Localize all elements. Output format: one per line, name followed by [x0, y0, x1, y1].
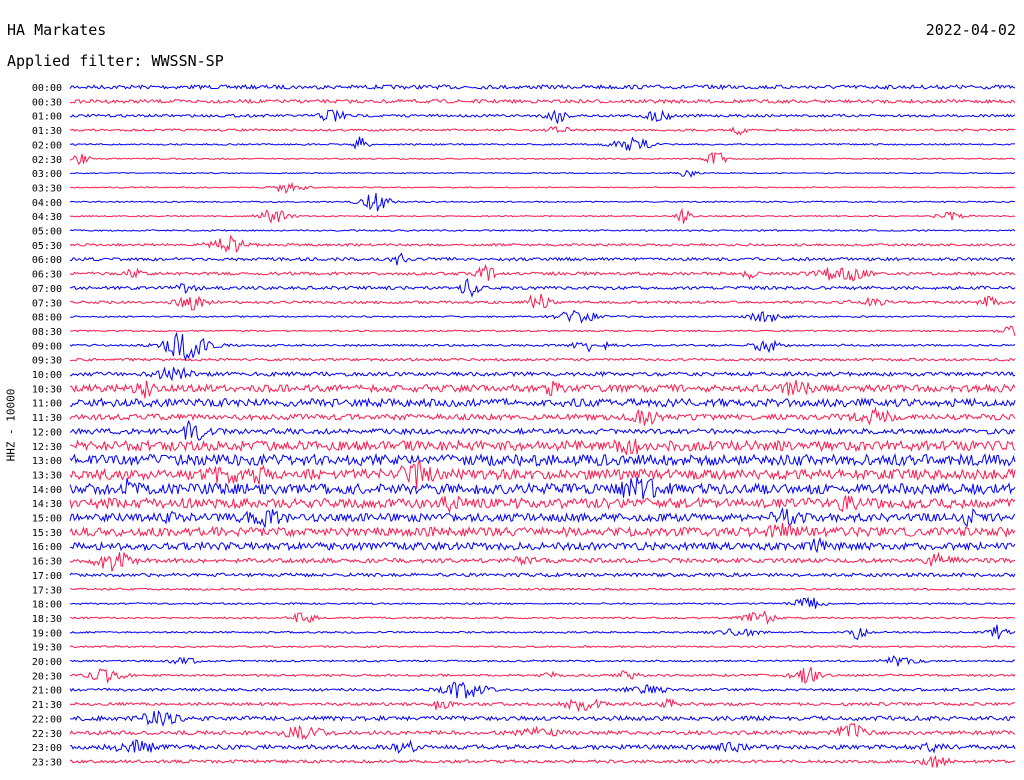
row-time-label: 18:30 — [32, 614, 62, 625]
row-time-label: 20:00 — [32, 657, 62, 668]
trace-line — [69, 754, 1016, 768]
trace-line — [69, 293, 1016, 311]
row-time-label: 08:30 — [32, 327, 62, 338]
row-time-label: 14:30 — [32, 499, 62, 510]
row-time-label: 06:30 — [32, 270, 62, 281]
trace-line — [69, 192, 1015, 212]
row-time-label: 02:00 — [32, 140, 62, 151]
trace-line — [69, 169, 1016, 178]
helicorder-plot: 00:00 00:30 01:00 01:30 02:00 02:30 03:00 03:30… — [32, 83, 1016, 768]
row-time-label: 03:30 — [32, 183, 62, 194]
trace-line — [69, 476, 1016, 500]
row-time-label: 05:00 — [32, 227, 62, 238]
trace-line — [69, 655, 1016, 667]
row-time-label: 15:00 — [32, 514, 62, 525]
trace-line — [69, 252, 1016, 266]
trace-line — [69, 125, 1016, 136]
row-time-label: 23:00 — [32, 743, 62, 754]
trace-line — [69, 681, 1016, 699]
trace-line — [69, 331, 1016, 362]
row-time-label: 07:30 — [32, 298, 62, 309]
row-time-label: 12:30 — [32, 442, 62, 453]
trace-line — [69, 551, 1016, 572]
row-time-label: 17:00 — [32, 571, 62, 582]
trace-line — [69, 495, 1016, 514]
trace-line — [69, 309, 1016, 324]
trace-line — [69, 379, 1016, 399]
row-time-label: 19:30 — [32, 643, 62, 654]
trace-line — [69, 536, 1016, 554]
row-time-label: 22:30 — [32, 729, 62, 740]
trace-line — [69, 596, 1016, 609]
trace-line — [69, 109, 1016, 124]
row-time-label: 11:00 — [32, 399, 62, 410]
row-time-label: 01:00 — [32, 112, 62, 123]
trace-line — [69, 229, 1016, 232]
trace-line — [70, 710, 1016, 728]
trace-line — [69, 452, 1016, 467]
row-time-label: 02:30 — [32, 155, 62, 166]
row-time-label: 14:00 — [32, 485, 62, 496]
trace-line — [69, 723, 1016, 741]
trace-line — [69, 459, 1016, 490]
trace-line — [69, 522, 1016, 539]
row-time-label: 04:30 — [32, 212, 62, 223]
row-time-label: 00:30 — [32, 97, 62, 108]
trace-line — [69, 739, 1016, 754]
trace-line — [69, 366, 1016, 382]
row-time-label: 06:00 — [32, 255, 62, 266]
trace-line — [69, 645, 1016, 649]
trace-line — [69, 278, 1016, 298]
trace-line — [69, 438, 1016, 456]
trace-line — [69, 506, 1016, 528]
row-time-label: 12:00 — [32, 427, 62, 438]
trace-line — [69, 234, 1016, 253]
row-time-label: 23:30 — [32, 757, 62, 768]
row-time-label: 01:30 — [32, 126, 62, 137]
row-time-label: 10:00 — [32, 370, 62, 381]
trace-line — [69, 325, 1016, 337]
row-time-label: 07:00 — [32, 284, 62, 295]
trace-line — [69, 357, 1016, 362]
trace-line — [69, 397, 1016, 409]
row-time-label: 03:00 — [32, 169, 62, 180]
row-time-label: 20:30 — [32, 671, 62, 682]
trace-line — [69, 406, 1016, 426]
row-time-label: 19:00 — [32, 628, 62, 639]
row-time-label: 09:30 — [32, 356, 62, 367]
trace-line — [69, 587, 1016, 591]
trace-line — [69, 624, 1016, 641]
row-time-label: 11:30 — [32, 413, 62, 424]
trace-line — [69, 151, 1016, 166]
row-time-label: 15:30 — [32, 528, 62, 539]
row-time-label: 13:30 — [32, 470, 62, 481]
row-time-label: 18:00 — [32, 600, 62, 611]
row-time-label: 21:00 — [32, 686, 62, 697]
row-time-label: 22:00 — [32, 714, 62, 725]
row-time-label: 10:30 — [32, 384, 62, 395]
trace-line — [69, 136, 1015, 151]
trace-line — [69, 83, 1016, 91]
row-time-label: 04:00 — [32, 198, 62, 209]
row-time-label: 00:00 — [32, 83, 62, 94]
row-time-label: 21:30 — [32, 700, 62, 711]
row-time-label: 16:00 — [32, 542, 62, 553]
trace-line — [69, 697, 1016, 713]
row-time-label: 13:00 — [32, 456, 62, 467]
trace-line — [69, 610, 1016, 625]
trace-line — [69, 98, 1016, 105]
trace-line — [69, 181, 1016, 194]
trace-line — [69, 571, 1016, 578]
trace-line — [69, 207, 1016, 224]
trace-line — [69, 419, 1016, 441]
row-time-label: 17:30 — [32, 585, 62, 596]
trace-line — [69, 667, 1016, 685]
row-time-label: 09:00 — [32, 341, 62, 352]
trace-line — [69, 263, 1016, 282]
row-time-label: 05:30 — [32, 241, 62, 252]
row-time-label: 08:00 — [32, 313, 62, 324]
row-time-label: 16:30 — [32, 557, 62, 568]
